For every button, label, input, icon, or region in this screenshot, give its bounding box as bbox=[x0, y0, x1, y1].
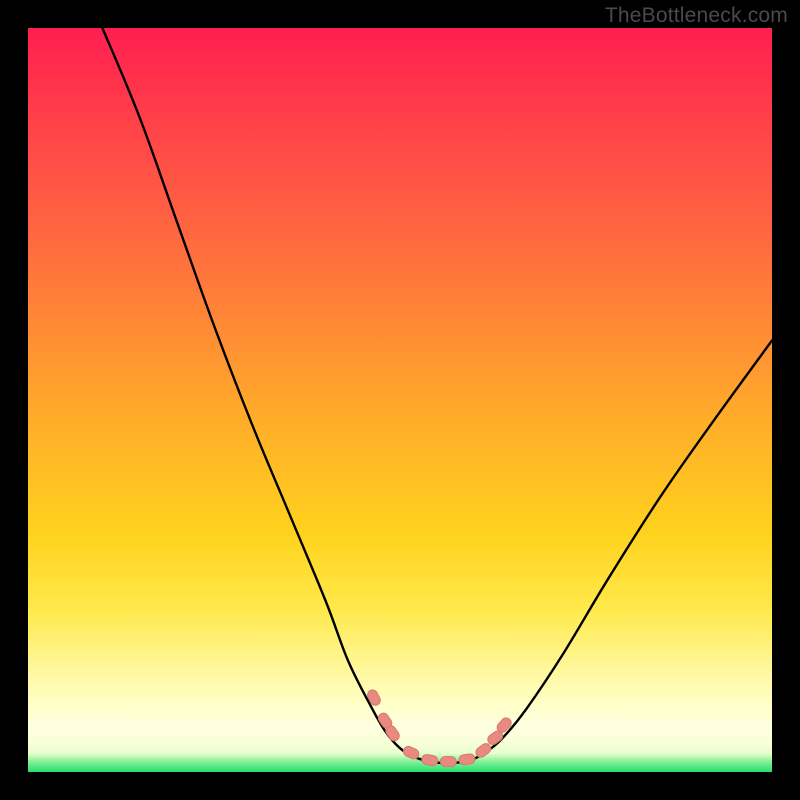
chart-frame: TheBottleneck.com bbox=[0, 0, 800, 800]
watermark-text: TheBottleneck.com bbox=[605, 4, 788, 28]
curve-marker bbox=[421, 754, 439, 767]
curve-marker bbox=[366, 688, 382, 707]
curve-marker bbox=[458, 753, 475, 765]
bottleneck-curve bbox=[102, 28, 772, 763]
curve-marker bbox=[440, 756, 456, 766]
plot-area bbox=[28, 28, 772, 772]
chart-svg bbox=[28, 28, 772, 772]
marker-group bbox=[366, 688, 513, 767]
